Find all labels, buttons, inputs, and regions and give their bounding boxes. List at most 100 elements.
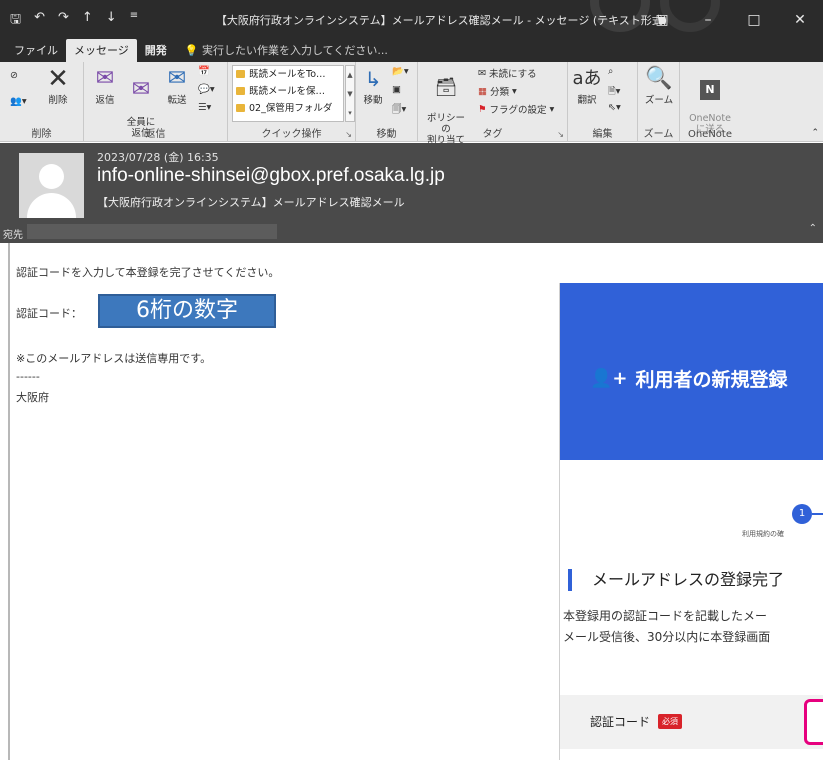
send-to-onenote-button[interactable]: N OneNote に送る <box>686 65 734 135</box>
lightbulb-icon: 💡 <box>184 44 199 57</box>
field-label: 認証コード 必須 <box>590 713 683 730</box>
message-subject: 【大阪府行政オンラインシステム】メールアドレス確認メール <box>97 196 405 209</box>
junk-icon[interactable]: 👥▾ <box>10 96 27 107</box>
page-banner: 👤+ 利用者の新規登録 <box>560 283 823 460</box>
find-icon[interactable]: ⌕ <box>608 66 613 77</box>
quick-step-item[interactable]: 既読メールをTo… <box>233 66 343 83</box>
ribbon-tabs: ファイル メッセージ 開発 💡 実行したい作業を入力してください... <box>0 39 823 62</box>
to-label: 宛先 <box>3 230 23 241</box>
group-label: 編集 <box>592 129 613 140</box>
registration-page-overlay: 👤+ 利用者の新規登録 1 利用規約の確 メールアドレスの登録完了 本登録用の認… <box>559 283 823 760</box>
body-separator: ------ <box>16 370 40 383</box>
restore-ribbon-icon[interactable]: ▣ <box>639 0 685 40</box>
unread-label: 未読にする <box>488 69 537 80</box>
gallery-scroll[interactable]: ▲ ▼ ▾ <box>345 65 355 122</box>
reply-button[interactable]: ✉ 返信 <box>88 65 122 106</box>
tab-developer[interactable]: 開発 <box>137 39 175 62</box>
window-controls: ▣ – □ ✕ <box>639 0 823 40</box>
group-delete: ⊘ 👥▾ ✕ 削除 削除 <box>0 62 84 142</box>
step-connector <box>812 513 823 515</box>
title-bar: 🖫 ↶ ↷ ↑ ↓ ≡ 【大阪府行政オンラインシステム】メールアドレス確認メール… <box>0 0 823 40</box>
ignore-icon[interactable]: ⊘ <box>10 70 18 81</box>
categorize-label: 分類 <box>489 87 509 98</box>
translate-label: 翻訳 <box>577 95 597 106</box>
categorize-icon: ▦ <box>478 85 487 97</box>
related-icon[interactable]: 🗎▾ <box>608 84 620 100</box>
quick-step-item[interactable]: 02_保管用フォルダ <box>233 100 343 117</box>
forward-button[interactable]: ✉ 転送 <box>160 65 194 106</box>
minimize-icon[interactable]: – <box>685 0 731 40</box>
more-respond-icon[interactable]: ☰▾ <box>198 102 211 113</box>
group-respond: ✉ 返信 ✉ 全員に 返信 ✉ 転送 📅 💬▾ ☰▾ 返信 <box>84 62 228 142</box>
group-editing: aあ 翻訳 ⌕ 🗎▾ ⇖▾ 編集 <box>568 62 638 142</box>
message-date: 2023/07/28 (金) 16:35 <box>97 151 219 164</box>
magnifier-icon: 🔍 <box>645 66 673 91</box>
instruction-text: メール受信後、30分以内に本登録画面 <box>563 630 771 644</box>
group-label: タグ <box>482 129 503 140</box>
categorize-button[interactable]: ▦ 分類 ▾ <box>478 84 517 99</box>
group-onenote: N OneNote に送る OneNote <box>680 62 740 142</box>
group-label: OneNote <box>687 129 733 140</box>
body-signature: 大阪府 <box>16 391 49 404</box>
ribbon: ⊘ 👥▾ ✕ 削除 削除 ✉ 返信 ✉ 全員に 返信 ✉ 転送 📅 💬▾ ☰▾ … <box>0 62 823 146</box>
quick-steps-gallery: 既読メールをTo… 既読メールを保… 02_保管用フォルダ <box>232 65 344 122</box>
tell-me-placeholder: 実行したい作業を入力してください... <box>201 44 388 57</box>
zoom-label: ズーム <box>644 95 674 106</box>
followup-label: フラグの設定 <box>489 105 547 116</box>
delete-button[interactable]: ✕ 削除 <box>36 65 80 106</box>
instruction-text: 本登録用の認証コードを記載したメー <box>563 609 768 623</box>
teams-icon[interactable]: 💬▾ <box>198 84 215 95</box>
to-recipients-redacted <box>27 224 277 239</box>
quick-step-item[interactable]: 既読メールを保… <box>233 83 343 100</box>
unread-button[interactable]: ✉ 未読にする <box>478 66 537 81</box>
move-button[interactable]: ↳ 移動 <box>358 65 388 106</box>
dialog-launcher-icon[interactable]: ↘ <box>557 130 564 139</box>
move-icon: ↳ <box>364 67 382 91</box>
followup-button[interactable]: ⚑ フラグの設定 ▾ <box>478 102 554 117</box>
onenote-small-icon[interactable]: ▣ <box>392 84 401 95</box>
group-label: クイック操作 <box>261 129 322 140</box>
maximize-icon[interactable]: □ <box>731 0 777 40</box>
collapse-ribbon-icon[interactable]: ⌃ <box>811 128 819 138</box>
select-icon[interactable]: ⇖▾ <box>608 102 621 113</box>
collapse-header-icon[interactable]: ⌃ <box>809 223 817 234</box>
tab-message[interactable]: メッセージ <box>66 39 137 62</box>
banner-title-text: 利用者の新規登録 <box>635 369 788 391</box>
body-note: ※このメールアドレスは送信専用です。 <box>16 352 212 365</box>
delete-button-label: 削除 <box>48 95 68 106</box>
forward-label: 転送 <box>167 95 187 106</box>
delete-icon: ✕ <box>47 64 69 94</box>
meeting-icon[interactable]: 📅 <box>198 66 210 77</box>
group-tags: 🗃 ポリシーの 割り当て ✉ 未読にする ▦ 分類 ▾ ⚑ フラグの設定 ▾ タグ ↘ <box>418 62 568 146</box>
group-move: ↳ 移動 📂▾ ▣ 🗐▾ 移動 <box>356 62 418 142</box>
tab-file[interactable]: ファイル <box>6 39 66 62</box>
body-line: 認証コードを入力して本登録を完了させてください。 <box>16 266 280 279</box>
message-header: 2023/07/28 (金) 16:35 info-online-shinsei… <box>0 143 823 243</box>
dialog-launcher-icon[interactable]: ↘ <box>345 130 352 139</box>
policy-icon: 🗃 <box>434 77 458 98</box>
verification-code-input[interactable] <box>804 699 823 745</box>
add-user-icon: 👤+ <box>590 368 628 389</box>
field-label-text: 認証コード <box>590 715 651 729</box>
translate-icon: aあ <box>572 68 602 89</box>
banner-title: 👤+ 利用者の新規登録 <box>590 365 788 392</box>
group-label: ズーム <box>643 129 674 140</box>
tell-me-box[interactable]: 💡 実行したい作業を入力してください... <box>175 39 396 62</box>
translate-button[interactable]: aあ 翻訳 <box>572 65 602 106</box>
actions-icon[interactable]: 🗐▾ <box>392 102 406 118</box>
zoom-button[interactable]: 🔍 ズーム <box>642 65 676 106</box>
group-label: 削除 <box>31 129 52 140</box>
reply-all-icon: ✉ <box>131 77 151 102</box>
reply-label: 返信 <box>95 95 115 106</box>
rules-icon[interactable]: 📂▾ <box>392 66 409 77</box>
group-quick-steps: 既読メールをTo… 既読メールを保… 02_保管用フォルダ ▲ ▼ ▾ クイック操作… <box>228 62 356 142</box>
code-label: 認証コード： <box>16 307 82 320</box>
sender-address[interactable]: info-online-shinsei@gbox.pref.osaka.lg.j… <box>97 165 445 187</box>
verification-code-field: 認証コード 必須 <box>560 695 823 749</box>
avatar <box>19 153 84 218</box>
step-label: 利用規約の確 <box>742 530 784 538</box>
group-zoom: 🔍 ズーム ズーム <box>638 62 680 142</box>
reply-icon: ✉ <box>95 66 115 91</box>
code-annotation-badge: 6桁の数字 <box>98 294 276 328</box>
close-icon[interactable]: ✕ <box>777 0 823 40</box>
